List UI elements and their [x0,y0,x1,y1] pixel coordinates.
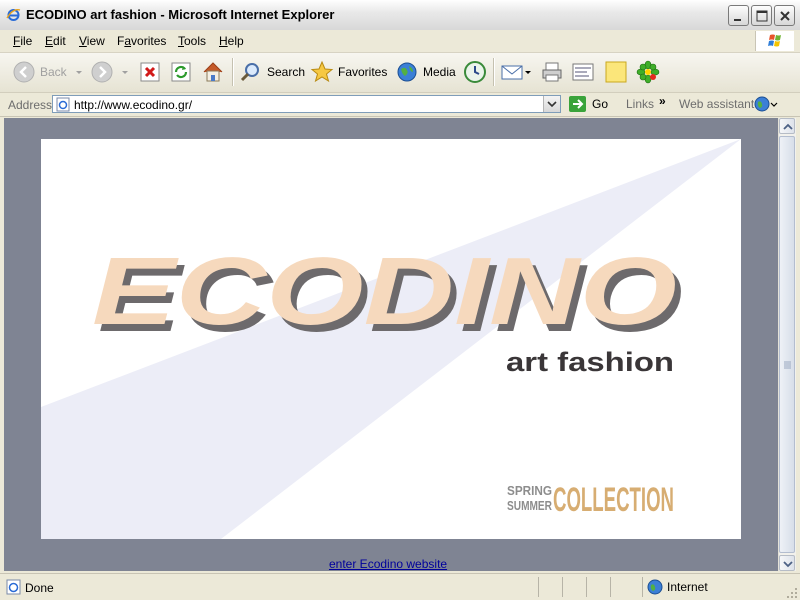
enter-website-link[interactable]: enter Ecodino website [329,557,447,571]
close-icon [780,11,790,21]
edit-button[interactable] [571,59,595,85]
go-arrow-icon [569,96,586,112]
ie-page-icon [6,579,21,595]
scroll-up-button[interactable] [779,118,795,134]
thumb-grip-icon [784,361,791,369]
zone-label: Internet [667,580,708,594]
address-bar: Address http://www.ecodino.gr/ Go Links … [0,93,800,117]
search-button[interactable]: Search [239,59,305,85]
internet-globe-icon [647,579,663,595]
menu-help[interactable]: Help [219,34,244,48]
mail-icon [501,65,523,80]
stop-icon [140,62,160,82]
favorites-label: Favorites [338,65,388,79]
tagline: art fashion [506,347,674,377]
windows-flag [755,31,794,51]
page-viewport: ECODINO ECODINO art fashion SPRING SUMME… [4,118,778,571]
address-label: Address [8,98,53,112]
address-dropdown-button[interactable] [543,96,560,112]
favorites-button[interactable]: Favorites [310,59,387,85]
status-bar: Done Internet [0,573,800,600]
go-button[interactable]: Go [569,96,608,112]
vertical-scrollbar[interactable] [778,118,796,571]
menu-edit[interactable]: Edit [45,34,66,48]
menu-file[interactable]: File [13,34,32,48]
forward-arrow-icon [91,61,113,83]
refresh-icon [171,62,191,82]
ie-icon [6,8,21,21]
search-icon [240,63,259,82]
menu-tools[interactable]: Tools [178,34,206,48]
status-text: Done [25,581,54,595]
address-url: http://www.ecodino.gr/ [74,98,193,112]
search-label: Search [267,65,306,79]
sticky-note-icon [605,61,627,83]
security-zone: Internet [647,579,708,595]
collection-word: COLLECTION [553,481,674,519]
scroll-down-button[interactable] [779,555,795,571]
go-label: Go [592,97,609,111]
home-icon [203,62,223,82]
links-chevron-icon[interactable]: » [659,94,666,108]
icq-button[interactable] [636,59,660,85]
address-input[interactable]: http://www.ecodino.gr/ [52,95,561,113]
close-button[interactable] [774,5,795,26]
chevron-down-icon [525,71,531,74]
web-assistant-button[interactable]: Web assistant [679,97,754,111]
ie-page-icon [56,97,70,112]
menu-view[interactable]: View [79,34,105,48]
standard-toolbar: Back Search Favorites Media [0,53,800,93]
browser-window: ECODINO art fashion - Microsoft Internet… [0,0,800,600]
links-button[interactable]: Links [626,97,654,111]
mail-button[interactable] [500,59,532,85]
media-globe-icon [397,62,417,82]
print-button[interactable] [540,59,564,85]
media-button[interactable]: Media [395,59,456,85]
media-label: Media [423,65,456,79]
back-label: Back [40,65,67,79]
menu-bar: File Edit View Favorites Tools Help [0,30,800,53]
back-button[interactable]: Back [12,59,84,85]
chevron-down-icon [75,71,82,74]
window-title: ECODINO art fashion - Microsoft Internet… [26,7,335,22]
home-button[interactable] [201,59,225,85]
history-button[interactable] [462,59,488,85]
windows-logo-icon [768,34,781,47]
printer-icon [542,62,562,82]
chevron-up-icon [783,123,793,130]
stop-button[interactable] [139,59,161,85]
resize-grip-icon[interactable] [786,587,798,599]
back-arrow-icon [13,61,35,83]
collection-season-spring: SPRING [507,483,552,498]
title-bar[interactable]: ECODINO art fashion - Microsoft Internet… [0,0,800,31]
chevron-down-icon [122,71,128,74]
minimize-icon [734,19,741,21]
maximize-icon [756,10,768,22]
chevron-down-icon [783,561,793,568]
icq-flower-icon [636,60,660,84]
menu-favorites[interactable]: Favorites [117,34,166,48]
chevron-down-icon [547,101,557,108]
edit-page-icon [572,63,594,81]
minimize-button[interactable] [728,5,749,26]
forward-button[interactable] [90,59,130,85]
scrollbar-thumb[interactable] [779,136,795,553]
notes-button[interactable] [604,59,628,85]
maximize-button[interactable] [751,5,772,26]
web-assistant-globe-button[interactable] [754,96,778,115]
ecodino-splash-banner[interactable]: ECODINO ECODINO art fashion SPRING SUMME… [41,139,741,539]
globe-icon [754,96,778,112]
collection-season-summer: SUMMER [507,498,552,513]
star-icon [310,60,334,83]
history-clock-icon [464,61,486,83]
refresh-button[interactable] [170,59,192,85]
logo-text: ECODINO [92,238,677,345]
